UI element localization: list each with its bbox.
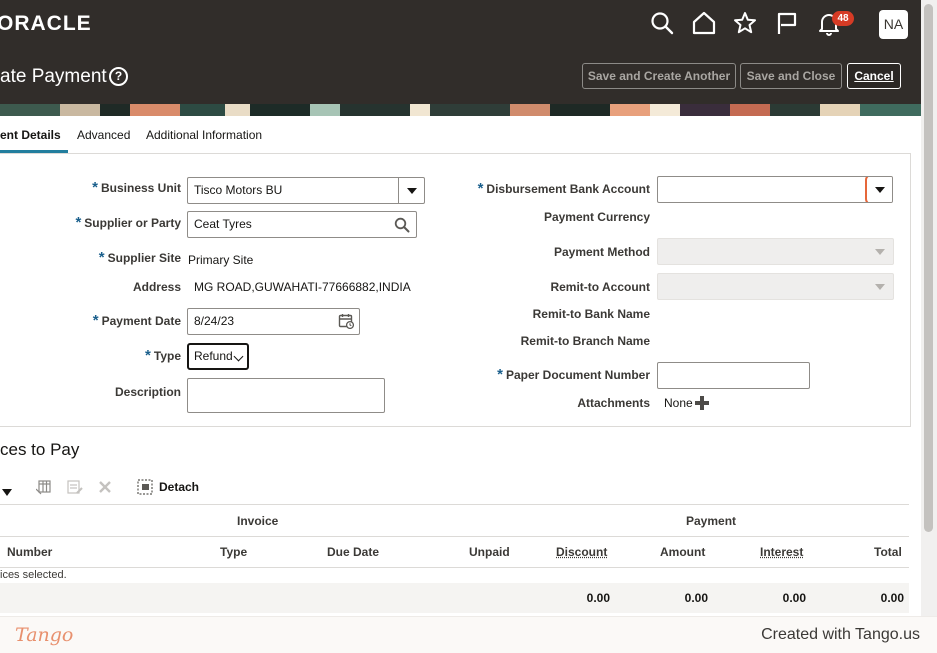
invoices-to-pay-title: ces to Pay (0, 440, 80, 459)
supplier-site-label: * Supplier Site (98, 249, 181, 266)
app-window: ORACLE 48 NA ate Payment ? Save and Crea… (0, 0, 937, 653)
required-marker: * (75, 214, 82, 231)
total-interest: 0.00 (782, 591, 806, 605)
total-total: 0.00 (880, 591, 904, 605)
payment-method-label: Payment Method (553, 245, 650, 259)
delete-x-icon (98, 480, 112, 499)
disbursement-bank-account-label: * Disbursement Bank Account (477, 180, 650, 197)
tab-additional-information[interactable]: Additional Information (146, 128, 262, 142)
column-total[interactable]: Total (874, 545, 902, 559)
tab-advanced[interactable]: Advanced (77, 128, 130, 142)
payment-column-group: Payment (686, 514, 737, 528)
disbursement-bank-account-dropdown-button[interactable] (865, 177, 892, 202)
description-label: Description (114, 385, 181, 399)
group-header-divider (0, 536, 909, 537)
chevron-down-icon (233, 351, 244, 362)
no-invoices-message: ices selected. (0, 569, 67, 581)
dropdown-arrow-icon (875, 248, 885, 255)
total-discount: 0.00 (586, 591, 610, 605)
edit-row-icon (67, 479, 83, 500)
invoice-column-group: Invoice (237, 514, 279, 528)
view-menu-arrow-icon[interactable] (2, 484, 12, 502)
dropdown-arrow-icon (406, 187, 417, 194)
supplier-or-party-label: * Supplier or Party (75, 214, 181, 231)
save-and-create-another-button[interactable]: Save and Create Another (582, 63, 736, 89)
attachments-value: None (664, 396, 693, 410)
supplier-or-party-value: Ceat Tyres (194, 217, 252, 231)
column-discount[interactable]: Discount (556, 545, 607, 559)
table-top-divider (0, 504, 909, 505)
payment-date-value: 8/24/23 (194, 314, 235, 328)
search-icon[interactable] (394, 217, 410, 233)
business-unit-label: * Business Unit (92, 179, 181, 196)
type-value: Refund (194, 349, 233, 363)
attachments-label: Attachments (577, 396, 650, 410)
supplier-site-value: Primary Site (188, 253, 254, 267)
detach-icon[interactable] (137, 479, 153, 500)
column-number[interactable]: Number (7, 545, 52, 559)
search-icon[interactable] (649, 10, 675, 36)
add-attachment-plus-icon[interactable] (695, 396, 709, 410)
type-select[interactable]: Refund (187, 343, 249, 370)
tab-payment-details[interactable]: ent Details (0, 128, 61, 142)
disbursement-bank-account-select[interactable] (657, 176, 893, 203)
business-unit-dropdown-button[interactable] (398, 178, 424, 203)
address-value: MG ROAD,GUWAHATI-77666882,INDIA (194, 280, 411, 294)
help-icon[interactable]: ? (109, 67, 128, 86)
required-marker: * (145, 347, 151, 364)
payment-currency-label: Payment Currency (543, 210, 650, 224)
page-title-bar: ate Payment ? Save and Create Another Sa… (0, 48, 921, 104)
detail-tabs: ent Details Advanced Additional Informat… (0, 116, 921, 154)
calendar-icon[interactable] (338, 313, 355, 330)
tango-logo: Tango (15, 624, 74, 646)
paper-document-number-input[interactable] (657, 362, 810, 389)
page-title: ate Payment (0, 66, 107, 87)
paper-document-number-label: * Paper Document Number (497, 366, 650, 383)
remit-to-branch-name-label: Remit-to Branch Name (520, 334, 650, 348)
supplier-or-party-input[interactable]: Ceat Tyres (187, 211, 417, 238)
remit-to-account-dropdown-button (867, 274, 893, 299)
total-amount: 0.00 (684, 591, 708, 605)
global-header: ORACLE 48 NA (0, 0, 921, 48)
payment-date-label: * Payment Date (92, 312, 181, 329)
column-unpaid[interactable]: Unpaid (469, 545, 510, 559)
cancel-button[interactable]: Cancel (847, 63, 901, 89)
required-marker: * (477, 180, 484, 197)
address-label: Address (132, 280, 181, 294)
vertical-scrollbar-thumb[interactable] (924, 4, 933, 532)
column-interest[interactable]: Interest (760, 545, 803, 559)
description-textarea[interactable] (187, 378, 385, 413)
remit-to-bank-name-label: Remit-to Bank Name (532, 307, 650, 321)
table-header-divider (0, 567, 909, 568)
business-unit-value: Tisco Motors BU (194, 183, 283, 197)
detach-button[interactable]: Detach (159, 480, 199, 494)
type-label: * Type (145, 347, 181, 364)
user-avatar[interactable]: NA (879, 10, 908, 39)
required-marker: * (497, 366, 503, 383)
business-unit-select[interactable]: Tisco Motors BU (187, 177, 425, 204)
column-due-date[interactable]: Due Date (327, 545, 379, 559)
dropdown-arrow-icon (875, 283, 885, 290)
tango-credit-text: Created with Tango.us (761, 626, 920, 643)
flag-icon[interactable] (774, 10, 800, 36)
required-marker: * (92, 179, 98, 196)
payment-method-select (657, 238, 894, 265)
decorative-banner (0, 104, 921, 116)
remit-to-account-select (657, 273, 894, 300)
oracle-logo[interactable]: ORACLE (0, 11, 92, 37)
dropdown-arrow-icon (875, 186, 885, 193)
payment-method-dropdown-button (867, 239, 893, 264)
required-marker: * (98, 249, 105, 266)
payment-date-input[interactable]: 8/24/23 (187, 308, 360, 335)
required-marker: * (92, 312, 99, 329)
column-type[interactable]: Type (220, 545, 247, 559)
favorites-star-icon[interactable] (732, 10, 758, 36)
home-icon[interactable] (691, 10, 717, 36)
column-amount[interactable]: Amount (660, 545, 705, 559)
manage-columns-icon[interactable] (35, 479, 52, 500)
notification-count-badge: 48 (832, 11, 854, 26)
save-and-close-button[interactable]: Save and Close (740, 63, 842, 89)
remit-to-account-label: Remit-to Account (550, 280, 650, 294)
